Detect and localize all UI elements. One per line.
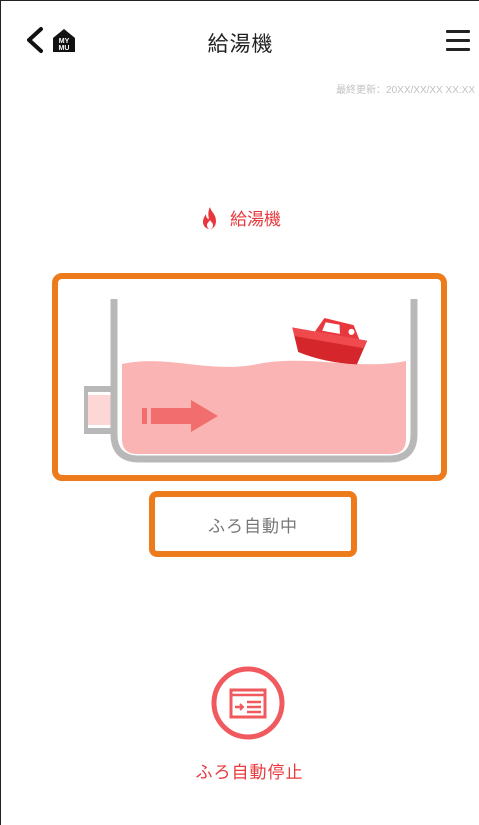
screen: MY MU 給湯機 最終更新：20XX/XX/XX XX:XX 給湯機 ふろ自動… bbox=[0, 0, 479, 825]
bath-auto-stop-button[interactable] bbox=[210, 665, 286, 741]
device-label: 給湯機 bbox=[1, 205, 479, 230]
bath-illustration-frame bbox=[52, 273, 447, 481]
bath-stop-icon bbox=[211, 666, 285, 740]
menu-button[interactable] bbox=[446, 30, 470, 52]
status-indicator: ふろ自動中 bbox=[149, 491, 357, 557]
device-label-text: 給湯機 bbox=[230, 210, 281, 230]
status-text: ふろ自動中 bbox=[208, 516, 298, 537]
last-updated-text: 最終更新：20XX/XX/XX XX:XX bbox=[336, 85, 475, 96]
bathtub-icon bbox=[84, 299, 418, 463]
page-title: 給湯機 bbox=[207, 32, 274, 56]
bath-auto-stop-label[interactable]: ふろ自動停止 bbox=[1, 758, 479, 783]
flame-icon bbox=[203, 206, 216, 229]
boat-icon bbox=[292, 317, 368, 365]
